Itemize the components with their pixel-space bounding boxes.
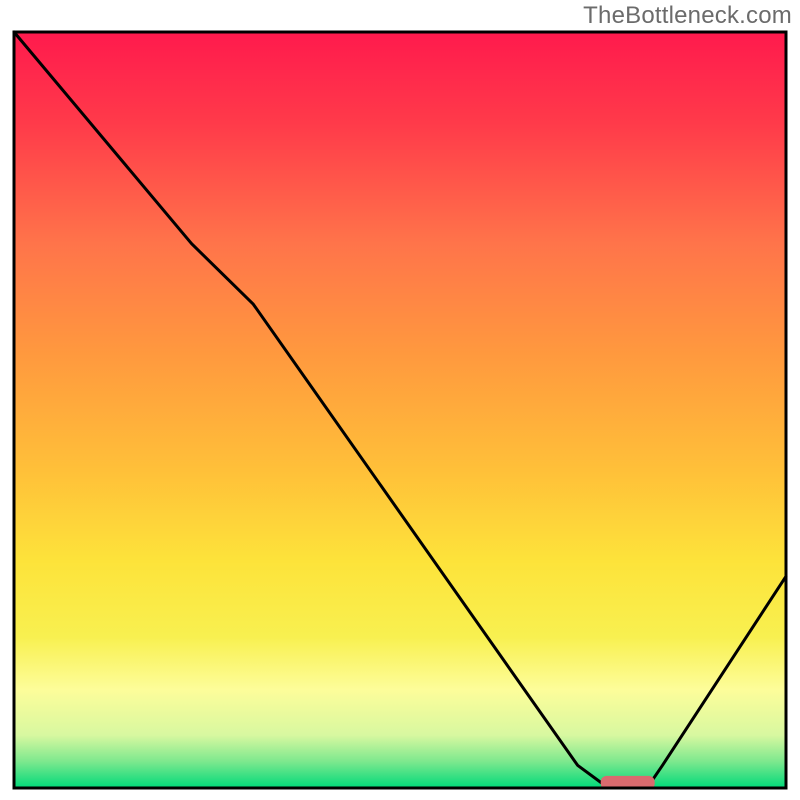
chart-container: TheBottleneck.com xyxy=(0,0,800,800)
plot-background xyxy=(14,32,786,788)
bottleneck-chart xyxy=(0,0,800,800)
watermark-text: TheBottleneck.com xyxy=(583,2,792,30)
